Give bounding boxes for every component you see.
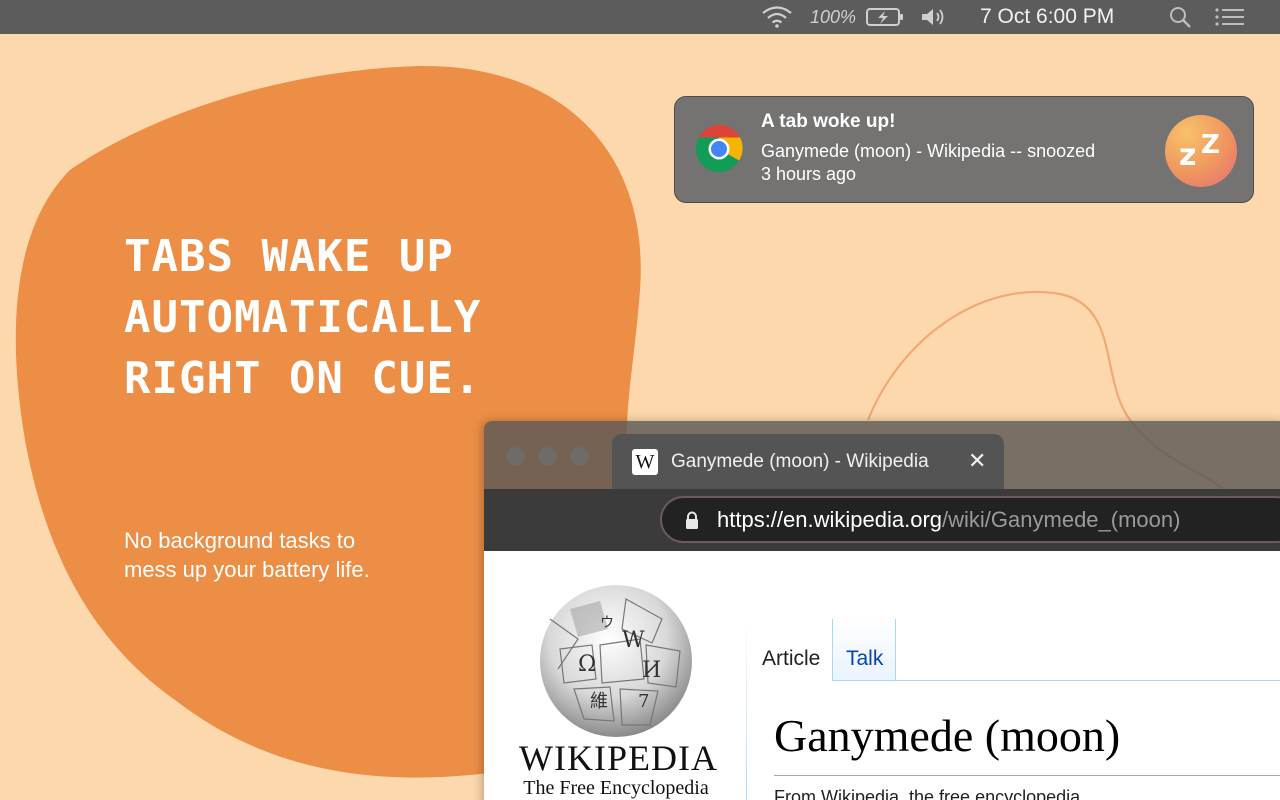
headline-line: automatically bbox=[124, 292, 482, 343]
tab-article[interactable]: Article bbox=[762, 647, 820, 671]
wikipedia-wordmark[interactable]: WIKIPEDIA bbox=[519, 737, 717, 779]
svg-text:W: W bbox=[622, 628, 645, 653]
url-path: /wiki/Ganymede_(moon) bbox=[942, 507, 1181, 532]
address-bar[interactable]: https://en.wikipedia.org/wiki/Ganymede_(… bbox=[660, 496, 1280, 543]
headline-line: right on cue. bbox=[124, 353, 482, 404]
tab-talk[interactable]: Talk bbox=[846, 647, 883, 671]
svg-text:7: 7 bbox=[638, 691, 649, 712]
svg-text:z: z bbox=[1179, 138, 1196, 173]
window-close-button[interactable] bbox=[506, 447, 525, 466]
svg-text:Ω: Ω bbox=[578, 652, 596, 677]
browser-tab[interactable]: W Ganymede (moon) - Wikipedia ✕ bbox=[612, 434, 1004, 490]
notification-body: Ganymede (moon) - Wikipedia -- snoozed bbox=[761, 141, 1096, 161]
title-divider bbox=[774, 775, 1280, 776]
sidebar-divider bbox=[746, 615, 747, 800]
subtext-line: No background tasks to bbox=[124, 528, 356, 553]
notification-time: 3 hours ago bbox=[761, 164, 857, 184]
hero-subtext: No background tasks to mess up your batt… bbox=[124, 526, 444, 584]
lock-icon[interactable] bbox=[684, 511, 700, 531]
url-host: en.wikipedia.org bbox=[783, 507, 943, 532]
wikipedia-tagline-logo: The Free Encyclopedia bbox=[523, 777, 709, 799]
svg-text:И: И bbox=[642, 658, 661, 683]
snooze-zz-icon: z Z bbox=[1165, 115, 1237, 187]
tab-strip: W Ganymede (moon) - Wikipedia ✕ bbox=[484, 421, 1280, 490]
tabs-baseline bbox=[832, 680, 1280, 681]
window-maximize-button[interactable] bbox=[570, 447, 589, 466]
subtext-line: mess up your battery life. bbox=[124, 557, 370, 582]
tab-title: Ganymede (moon) - Wikipedia bbox=[671, 451, 929, 472]
url-text[interactable]: https://en.wikipedia.org/wiki/Ganymede_(… bbox=[717, 507, 1180, 533]
browser-window: W Ganymede (moon) - Wikipedia ✕ https://… bbox=[484, 421, 1280, 800]
window-minimize-button[interactable] bbox=[538, 447, 557, 466]
wikipedia-globe-logo[interactable]: Ω W И 維 7 ウ bbox=[530, 579, 700, 739]
browser-toolbar: https://en.wikipedia.org/wiki/Ganymede_(… bbox=[484, 489, 1280, 551]
headline-line: Tabs wake up bbox=[124, 231, 454, 282]
url-scheme: https:// bbox=[717, 507, 784, 532]
chrome-icon bbox=[695, 125, 743, 173]
article-title: Ganymede (moon) bbox=[774, 710, 1121, 761]
svg-text:維: 維 bbox=[590, 691, 608, 712]
wikipedia-favicon-icon: W bbox=[632, 449, 658, 475]
notification-banner[interactable]: A tab woke up! Ganymede (moon) - Wikiped… bbox=[674, 96, 1254, 203]
svg-text:ウ: ウ bbox=[600, 615, 614, 631]
svg-text:Z: Z bbox=[1201, 130, 1220, 160]
notification-title: A tab woke up! bbox=[761, 111, 896, 132]
tab-close-icon[interactable]: ✕ bbox=[968, 448, 986, 474]
hero-headline: Tabs wake up automatically right on cue. bbox=[124, 226, 604, 409]
article-tagline: From Wikipedia, the free encyclopedia bbox=[774, 787, 1081, 800]
page-content: Ω W И 維 7 ウ WIKIPEDIA The Free Encyclope… bbox=[484, 551, 1280, 800]
